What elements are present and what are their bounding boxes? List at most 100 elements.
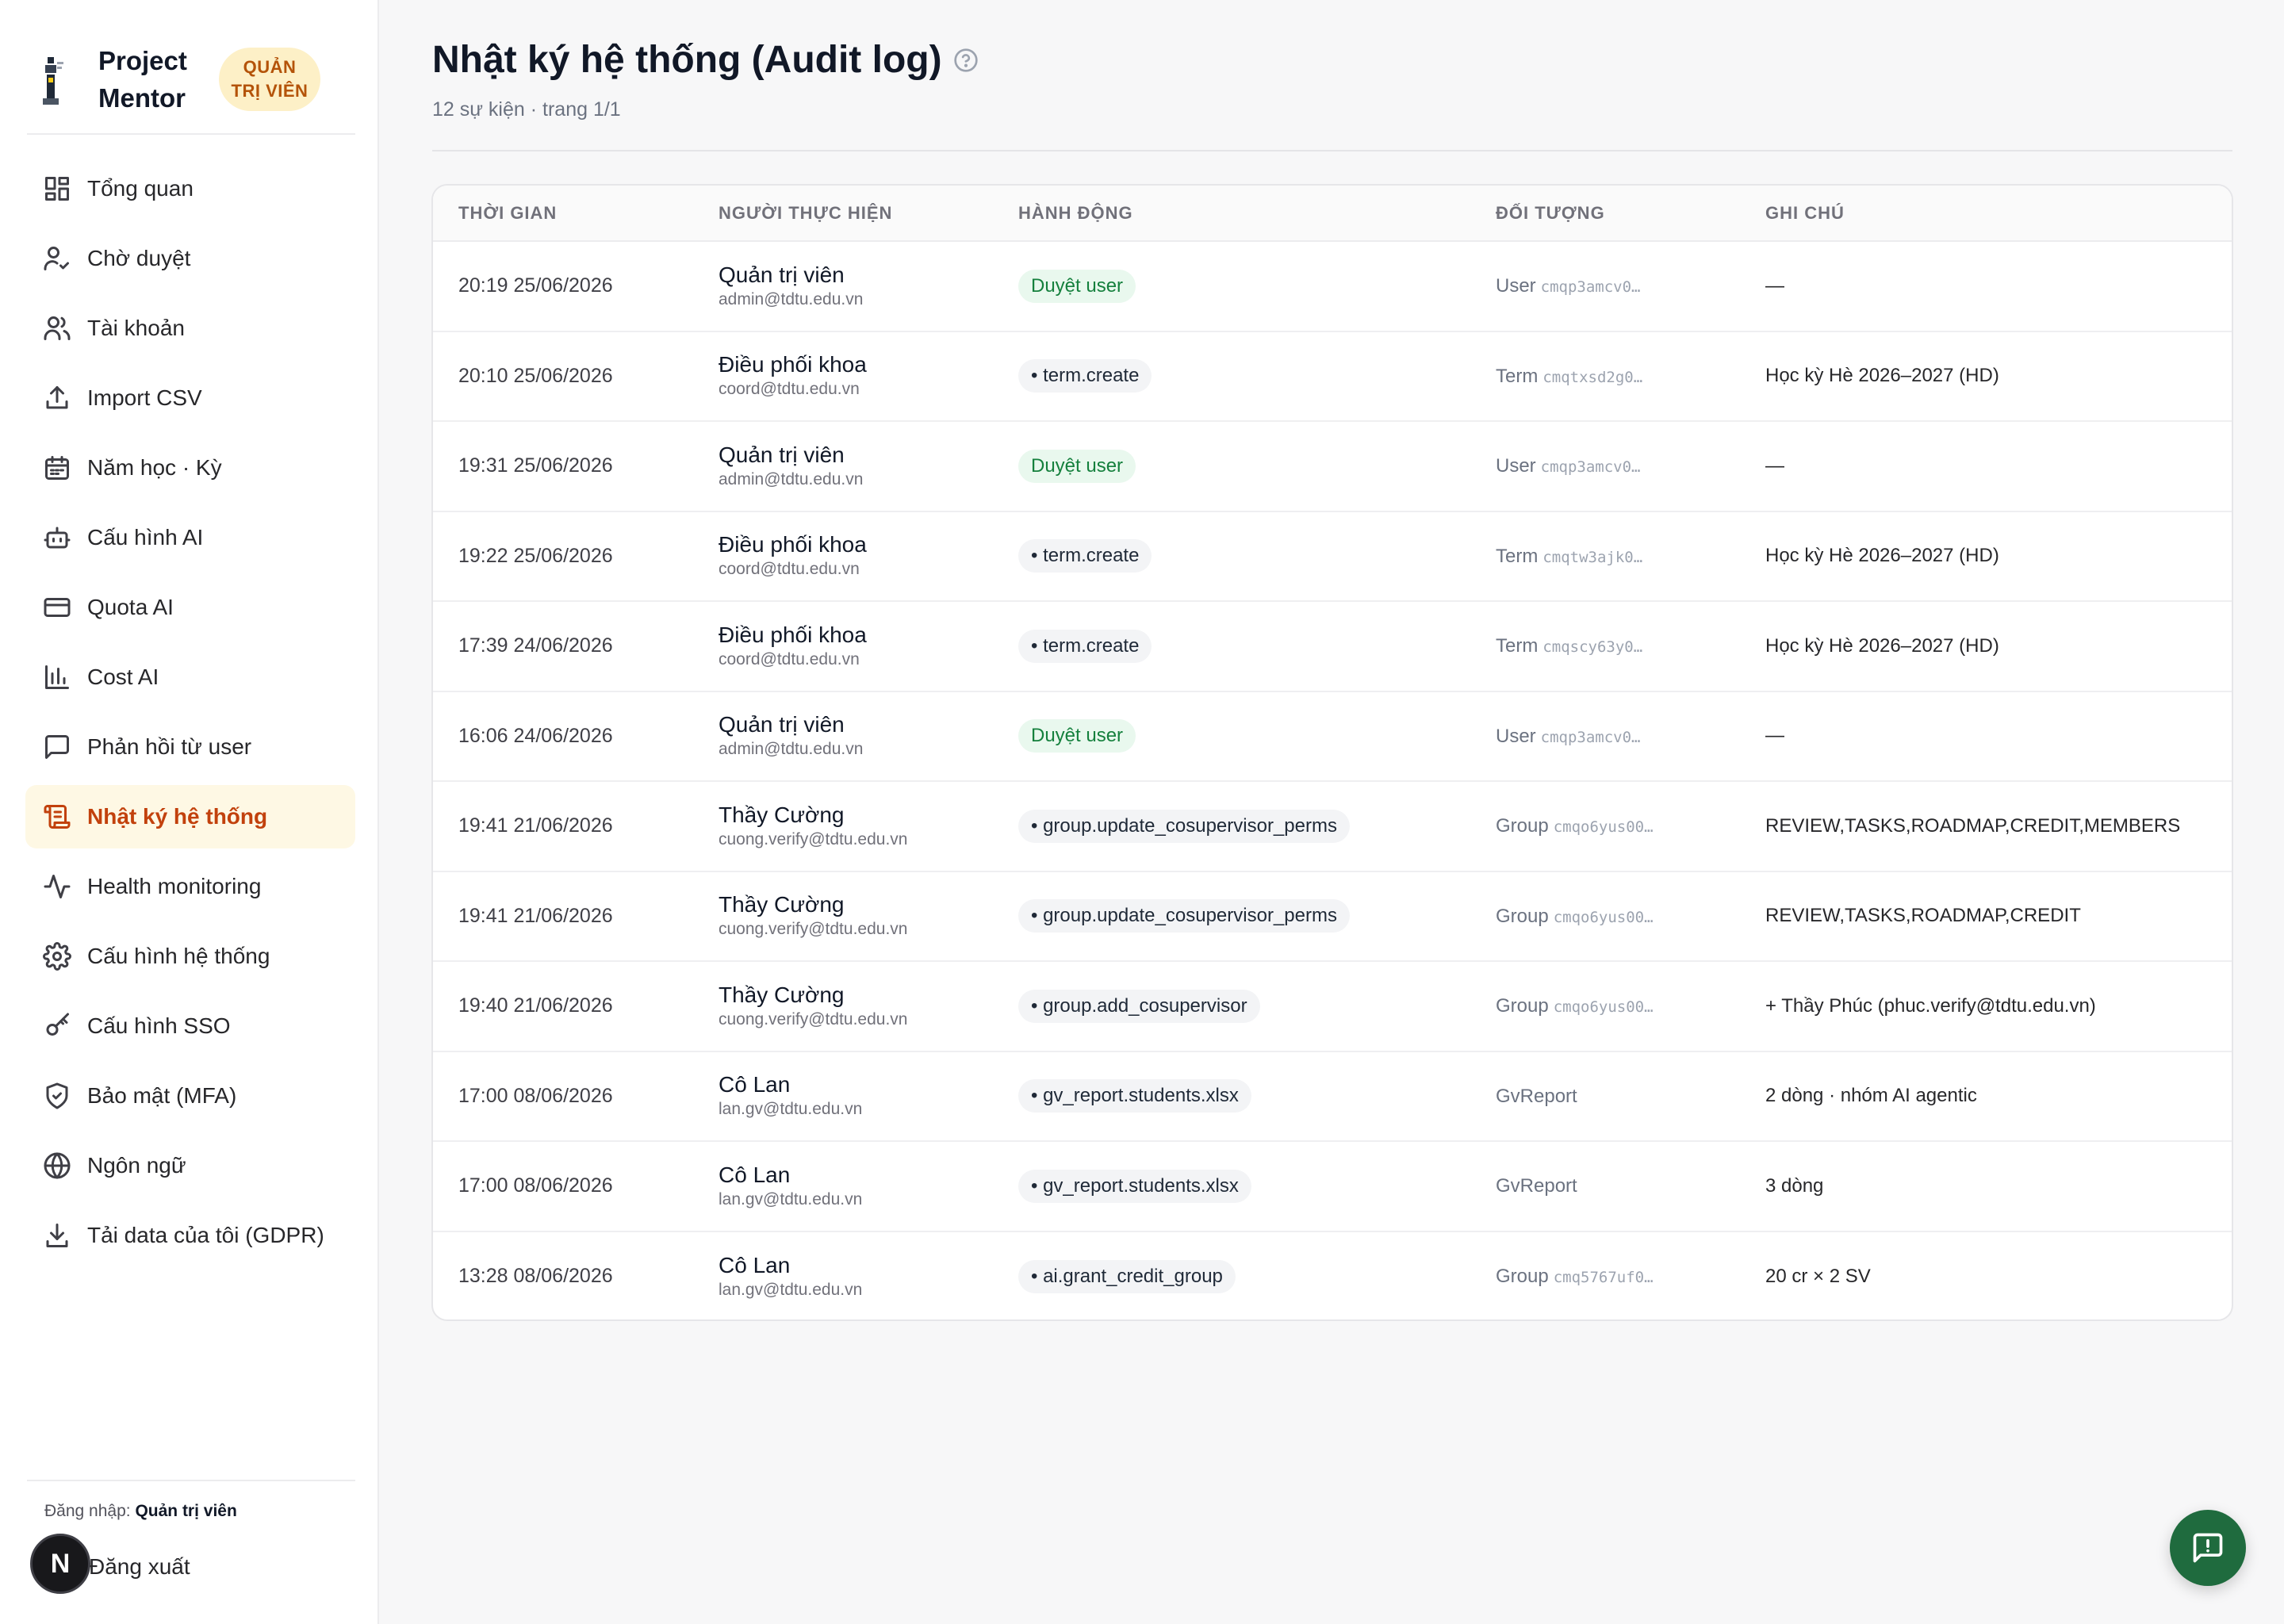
column-header-action: HÀNH ĐỘNG	[993, 186, 1470, 242]
table-row[interactable]: 19:41 21/06/2026 Thầy Cường cuong.verify@t…	[433, 781, 2232, 871]
brand-name: Project Mentor	[98, 46, 187, 113]
bar-chart-icon	[43, 663, 71, 691]
page-title: Nhật ký hệ thống (Audit log)	[432, 38, 979, 82]
object-type: User	[1496, 275, 1536, 297]
cell-object: User cmqp3amcv0…	[1470, 691, 1740, 782]
sidebar-item-feedback[interactable]: Phản hồi từ user	[25, 715, 355, 779]
cell-action: • group.update_cosupervisor_perms	[993, 871, 1470, 962]
divider	[27, 1480, 355, 1481]
actor-email: cuong.verify@tdtu.edu.vn	[719, 920, 908, 939]
sidebar-item-import-csv[interactable]: Import CSV	[25, 366, 355, 430]
actor-email: admin@tdtu.edu.vn	[719, 740, 864, 759]
object-id: cmqo6yus00…	[1553, 818, 1654, 837]
cell-actor: Cô Lan lan.gv@tdtu.edu.vn	[693, 1231, 993, 1320]
action-badge: • group.add_cosupervisor	[1018, 989, 1260, 1023]
action-badge: • gv_report.students.xlsx	[1018, 1169, 1251, 1203]
table-row[interactable]: 17:00 08/06/2026 Cô Lan lan.gv@tdtu.edu.vn…	[433, 1141, 2232, 1231]
cell-action: Duyệt user	[993, 691, 1470, 782]
object-type: Term	[1496, 365, 1539, 387]
cell-object: Term cmqtw3ajk0…	[1470, 511, 1740, 602]
brand[interactable]: Project Mentor QUẢN TRỊ VIÊN	[27, 24, 355, 135]
table-row[interactable]: 19:31 25/06/2026 Quản trị viên admin@tdtu.…	[433, 421, 2232, 511]
cell-actor: Quản trị viên admin@tdtu.edu.vn	[693, 421, 993, 511]
cell-actor: Thầy Cường cuong.verify@tdtu.edu.vn	[693, 961, 993, 1051]
cell-object: Group cmqo6yus00…	[1470, 781, 1740, 871]
cell-object: GvReport	[1470, 1141, 1740, 1231]
table-row[interactable]: 19:41 21/06/2026 Thầy Cường cuong.verify@t…	[433, 871, 2232, 962]
sidebar-item-label: Cost AI	[87, 665, 159, 689]
login-user: Quản trị viên	[135, 1502, 237, 1520]
cell-object: Term cmqscy63y0…	[1470, 601, 1740, 691]
sidebar-item-ai-config[interactable]: Cấu hình AI	[25, 506, 355, 569]
sidebar-item-label: Nhật ký hệ thống	[87, 804, 268, 829]
help-circle-icon[interactable]	[953, 48, 979, 73]
object-id: cmqtw3ajk0…	[1542, 548, 1643, 566]
sidebar-item-system-config[interactable]: Cấu hình hệ thống	[25, 925, 355, 988]
cell-actor: Cô Lan lan.gv@tdtu.edu.vn	[693, 1141, 993, 1231]
sidebar-item-gdpr[interactable]: Tải data của tôi (GDPR)	[25, 1204, 355, 1267]
table-row[interactable]: 13:28 08/06/2026 Cô Lan lan.gv@tdtu.edu.vn…	[433, 1231, 2232, 1320]
table-row[interactable]: 20:10 25/06/2026 Điều phối khoa coord@tdtu…	[433, 331, 2232, 422]
sidebar-item-terms[interactable]: Năm học · Kỳ	[25, 436, 355, 500]
cell-time: 13:28 08/06/2026	[458, 1265, 613, 1288]
object-type: User	[1496, 455, 1536, 477]
sidebar-item-label: Tài khoản	[87, 316, 185, 340]
sidebar-item-audit-log[interactable]: Nhật ký hệ thống	[25, 785, 355, 848]
sidebar-item-label: Health monitoring	[87, 874, 262, 898]
column-header-time: THỜI GIAN	[433, 186, 693, 242]
sidebar-item-language[interactable]: Ngôn ngữ	[25, 1134, 355, 1197]
sidebar-item-health[interactable]: Health monitoring	[25, 855, 355, 918]
sidebar-item-sso[interactable]: Cấu hình SSO	[25, 994, 355, 1058]
upload-icon	[43, 384, 71, 412]
cell-action: • group.update_cosupervisor_perms	[993, 781, 1470, 871]
actor-name: Điều phối khoa	[719, 532, 867, 557]
table-row[interactable]: 17:00 08/06/2026 Cô Lan lan.gv@tdtu.edu.vn…	[433, 1051, 2232, 1141]
sidebar-item-cost-ai[interactable]: Cost AI	[25, 645, 355, 709]
feedback-fab-button[interactable]	[2170, 1510, 2246, 1586]
action-badge: • group.update_cosupervisor_perms	[1018, 899, 1350, 933]
table-row[interactable]: 20:19 25/06/2026 Quản trị viên admin@tdtu.…	[433, 241, 2232, 331]
cell-note: —	[1765, 725, 1784, 747]
avatar[interactable]: N	[30, 1534, 90, 1594]
sidebar-item-mfa[interactable]: Bảo mật (MFA)	[25, 1064, 355, 1128]
sidebar-item-quota-ai[interactable]: Quota AI	[25, 576, 355, 639]
cell-object: Term cmqtxsd2g0…	[1470, 331, 1740, 422]
object-id: cmqo6yus00…	[1553, 998, 1654, 1017]
cell-action: • gv_report.students.xlsx	[993, 1141, 1470, 1231]
cell-actor: Quản trị viên admin@tdtu.edu.vn	[693, 241, 993, 331]
action-badge: • term.create	[1018, 359, 1152, 393]
actor-email: admin@tdtu.edu.vn	[719, 469, 864, 488]
object-type: GvReport	[1496, 1175, 1577, 1197]
sidebar-item-label: Bảo mật (MFA)	[87, 1083, 237, 1108]
object-type: Group	[1496, 815, 1549, 837]
cell-time: 19:41 21/06/2026	[458, 904, 613, 927]
cell-time: 19:41 21/06/2026	[458, 814, 613, 837]
table-row[interactable]: 19:40 21/06/2026 Thầy Cường cuong.verify@t…	[433, 961, 2232, 1051]
cell-actor: Quản trị viên admin@tdtu.edu.vn	[693, 691, 993, 782]
cell-action: Duyệt user	[993, 241, 1470, 331]
sidebar-item-accounts[interactable]: Tài khoản	[25, 297, 355, 360]
calendar-icon	[43, 454, 71, 482]
object-id: cmqtxsd2g0…	[1542, 368, 1643, 386]
action-badge: • group.update_cosupervisor_perms	[1018, 809, 1350, 843]
actor-name: Cô Lan	[719, 1252, 791, 1277]
actor-email: coord@tdtu.edu.vn	[719, 380, 860, 399]
sidebar-item-overview[interactable]: Tổng quan	[25, 157, 355, 220]
sidebar-item-pending[interactable]: Chờ duyệt	[25, 227, 355, 290]
action-badge: • ai.grant_credit_group	[1018, 1259, 1236, 1293]
table-row[interactable]: 19:22 25/06/2026 Điều phối khoa coord@tdtu…	[433, 511, 2232, 602]
table-row[interactable]: 17:39 24/06/2026 Điều phối khoa coord@tdtu…	[433, 601, 2232, 691]
actor-email: coord@tdtu.edu.vn	[719, 649, 860, 668]
table-body: 20:19 25/06/2026 Quản trị viên admin@tdtu.…	[433, 241, 2232, 1320]
users-icon	[43, 314, 71, 343]
sidebar-item-label: Cấu hình hệ thống	[87, 944, 270, 968]
sidebar-item-label: Tải data của tôi (GDPR)	[87, 1223, 324, 1247]
table-row[interactable]: 16:06 24/06/2026 Quản trị viên admin@tdtu.…	[433, 691, 2232, 782]
cell-note: Học kỳ Hè 2026–2027 (HD)	[1765, 365, 1999, 387]
credit-card-icon	[43, 593, 71, 622]
cell-note: 2 dòng · nhóm AI agentic	[1765, 1085, 1977, 1107]
cell-note: Học kỳ Hè 2026–2027 (HD)	[1765, 634, 1999, 657]
cell-time: 19:31 25/06/2026	[458, 454, 613, 477]
action-badge: Duyệt user	[1018, 719, 1136, 753]
audit-log-table-card: THỜI GIAN NGƯỜI THỰC HIỆN HÀNH ĐỘNG ĐỐI …	[431, 184, 2233, 1321]
